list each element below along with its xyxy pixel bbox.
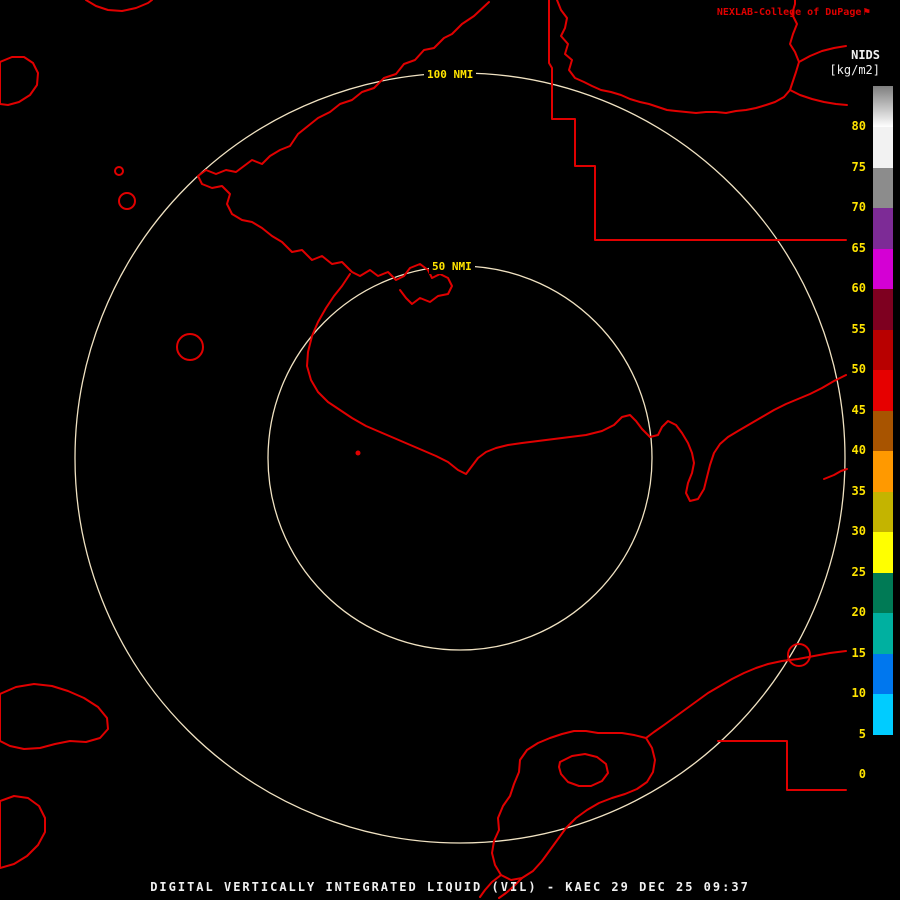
map-dot-center-west [355, 450, 361, 456]
river-branch-east-upper [798, 45, 847, 63]
lake-small-west-2 [118, 192, 136, 210]
cod-logo-icon: ⚑ [863, 5, 870, 18]
island-top-left [0, 56, 39, 106]
island-bottom-left-2 [0, 795, 46, 869]
lake-small-west-1 [114, 166, 124, 176]
colorbar-title: NIDS [851, 48, 880, 62]
river-branch-east-lower [789, 89, 848, 106]
coastline-top-left-corner [85, 0, 153, 12]
boundary-stepped-northeast [548, 0, 847, 241]
range-ring-label-100nmi: 100 NMI [424, 67, 477, 82]
map-outlines [0, 0, 848, 899]
range-rings [74, 72, 846, 844]
brand-text: NEXLAB-College of DuPage [716, 7, 862, 18]
colorbar-unit: [kg/m2] [829, 63, 880, 77]
range-ring-50nmi [267, 265, 653, 651]
range-ring-label-50nmi: 50 NMI [429, 259, 475, 274]
lake-island-south [558, 753, 609, 787]
coastline-central [306, 273, 847, 502]
range-ring-100nmi [74, 72, 846, 844]
boundary-stepped-southeast [717, 740, 847, 791]
radar-display: 100 NMI 50 NMI NEXLAB-College of DuPage ⚑… [0, 0, 900, 900]
lake-small-west-3 [176, 333, 204, 361]
brand-header: NEXLAB-College of DuPage ⚑ [717, 5, 870, 18]
coastline-east-spur [823, 468, 848, 480]
lake-outline-south [491, 730, 656, 881]
product-caption: DIGITAL VERTICALLY INTEGRATED LIQUID (VI… [150, 880, 750, 894]
radar-map [0, 0, 848, 899]
island-bottom-left-1 [0, 683, 109, 750]
river-southeast [645, 650, 847, 739]
